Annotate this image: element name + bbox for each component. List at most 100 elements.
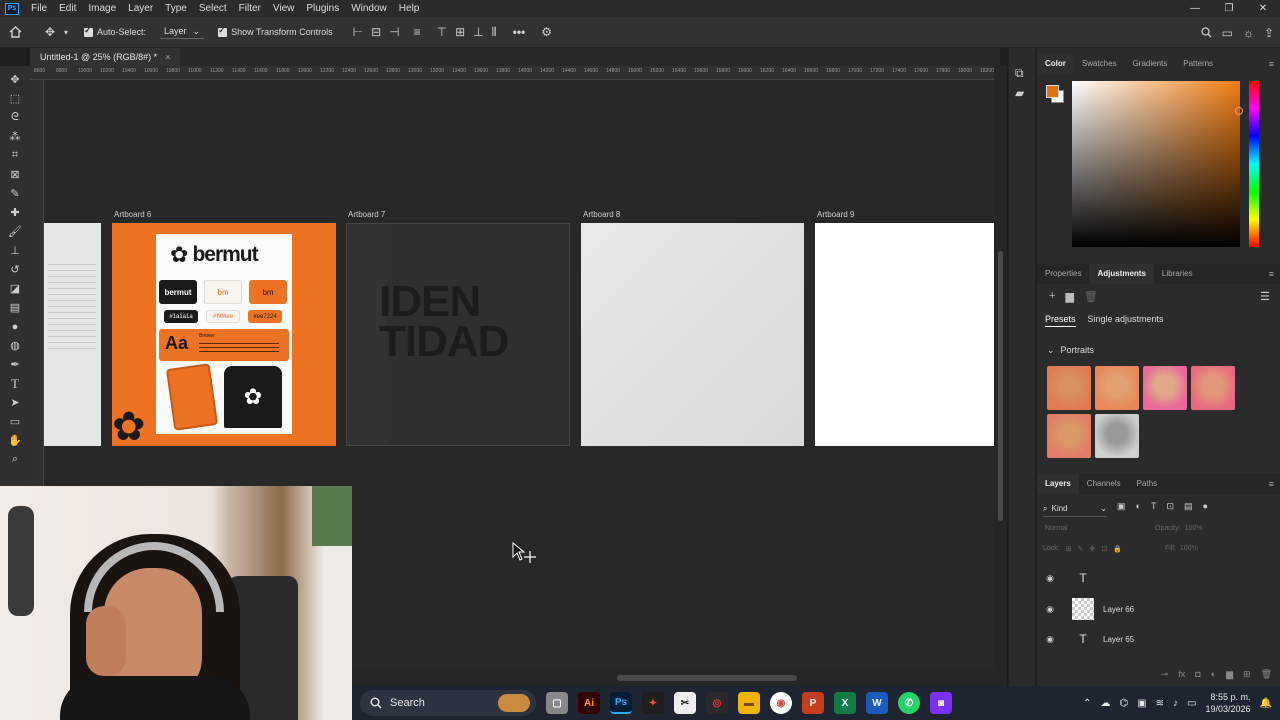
align-right-icon[interactable]: ⊣ [389, 25, 399, 40]
panel-menu-icon[interactable]: ≡ [1269, 479, 1274, 489]
folder-icon[interactable]: ▆ [1065, 290, 1073, 303]
frame-tool-icon[interactable]: ⊠ [5, 165, 25, 184]
illustrator-icon[interactable]: Ai [578, 692, 600, 714]
more-options-icon[interactable]: ••• [513, 25, 526, 39]
group-icon[interactable]: ▆ [1226, 669, 1233, 680]
align-center-icon[interactable]: ⊟ [371, 25, 381, 40]
menu-window[interactable]: Window [345, 3, 393, 14]
fx-icon[interactable]: fx [1178, 669, 1185, 679]
workspace-icon[interactable]: ▭ [1222, 26, 1233, 40]
photoshop-icon[interactable]: Ps [610, 692, 632, 714]
show-transform-checkbox[interactable]: Show Transform Controls [218, 25, 333, 37]
tab-adjustments[interactable]: Adjustments [1089, 264, 1154, 284]
align-middle-icon[interactable]: ⊞ [455, 25, 465, 40]
tab-properties[interactable]: Properties [1037, 264, 1089, 284]
subtab-single-adjustments[interactable]: Single adjustments [1088, 314, 1164, 327]
preset-thumbnail[interactable] [1095, 414, 1139, 458]
add-icon[interactable]: + [1049, 290, 1055, 303]
move-tool-icon[interactable]: ✥ [40, 25, 60, 39]
layer-row[interactable]: ◉ T Layer 65 [1037, 624, 1280, 654]
artboard-8-label[interactable]: Artboard 8 [583, 210, 620, 219]
blend-mode-dropdown[interactable]: Normal [1045, 525, 1068, 532]
image-filter-icon[interactable]: ▣ [1117, 501, 1126, 512]
excel-icon[interactable]: X [834, 692, 856, 714]
subtab-presets[interactable]: Presets [1045, 314, 1076, 327]
powerpoint-icon[interactable]: P [802, 692, 824, 714]
battery-icon[interactable]: ▭ [1187, 698, 1196, 709]
fill-control[interactable]: Fill: 100% [1165, 545, 1198, 552]
smart-object-filter-icon[interactable]: ▤ [1184, 501, 1193, 512]
menu-layer[interactable]: Layer [122, 3, 159, 14]
chevron-up-icon[interactable]: ⌃ [1083, 698, 1091, 709]
gradient-tool-icon[interactable]: ▤ [5, 298, 25, 317]
lasso-tool-icon[interactable]: ᘓ [5, 108, 25, 127]
network-icon[interactable]: ⌬ [1119, 698, 1128, 709]
menu-type[interactable]: Type [159, 3, 193, 14]
history-brush-icon[interactable]: ↺ [5, 260, 25, 279]
healing-brush-icon[interactable]: ✚ [5, 203, 25, 222]
distribute-vertical-icon[interactable]: ⫴ [492, 25, 497, 40]
home-icon[interactable] [0, 26, 30, 38]
screen-recorder-icon[interactable]: ◙ [930, 692, 952, 714]
menu-help[interactable]: Help [393, 3, 426, 14]
artboard-5-partial[interactable] [44, 223, 101, 446]
hand-tool-icon[interactable]: ✋ [5, 431, 25, 450]
comments-panel-icon[interactable]: ▰ [1015, 86, 1024, 100]
list-view-icon[interactable]: ☰ [1260, 290, 1270, 303]
opacity-control[interactable]: Opacity: 100% [1155, 525, 1203, 532]
layer-row[interactable]: ◉ Layer 66 [1037, 594, 1280, 624]
zoom-tool-icon[interactable]: ⌕ [5, 450, 25, 469]
menu-filter[interactable]: Filter [233, 3, 267, 14]
menu-image[interactable]: Image [82, 3, 122, 14]
blur-tool-icon[interactable]: ● [5, 317, 25, 336]
panel-menu-icon[interactable]: ≡ [1269, 269, 1274, 279]
panel-menu-icon[interactable]: ≡ [1269, 59, 1274, 69]
lock-position-icon[interactable]: ✥ [1089, 545, 1095, 553]
filter-toggle-icon[interactable]: ● [1203, 501, 1208, 512]
whatsapp-icon[interactable]: ✆ [898, 692, 920, 714]
portraits-group-header[interactable]: ⌄ Portraits [1047, 345, 1094, 356]
task-view-icon[interactable]: ▢ [546, 692, 568, 714]
menu-view[interactable]: View [267, 3, 301, 14]
artboard-9[interactable] [815, 223, 994, 446]
hue-slider[interactable] [1249, 81, 1259, 247]
opera-icon[interactable]: ◎ [706, 692, 728, 714]
volume-icon[interactable]: ♪ [1173, 698, 1178, 709]
chrome-icon[interactable]: ◉ [770, 692, 792, 714]
lock-artboard-icon[interactable]: ⊡ [1101, 545, 1107, 553]
tab-color[interactable]: Color [1037, 54, 1074, 74]
magic-wand-icon[interactable]: ⁂ [5, 127, 25, 146]
path-selection-icon[interactable]: ➤ [5, 393, 25, 412]
taskbar-search[interactable]: Search [360, 690, 536, 716]
tab-libraries[interactable]: Libraries [1154, 264, 1201, 284]
move-tool-icon[interactable]: ✥ [5, 70, 25, 89]
menu-select[interactable]: Select [193, 3, 233, 14]
share-icon[interactable]: ⇪ [1264, 26, 1274, 40]
notification-bell-icon[interactable]: 🔔 [1260, 698, 1272, 709]
chevron-down-icon[interactable]: ▾ [60, 28, 72, 37]
layer-filter-dropdown[interactable]: ⌕ Kind ⌄ [1043, 501, 1107, 517]
distribute-icon[interactable]: ≡ [414, 25, 421, 40]
adjustment-layer-icon[interactable]: ◐ [1211, 669, 1216, 679]
onedrive-icon[interactable]: ☁ [1100, 698, 1110, 709]
history-panel-icon[interactable]: ⧉ [1015, 66, 1024, 81]
tab-gradients[interactable]: Gradients [1125, 54, 1176, 74]
marquee-tool-icon[interactable]: ⬚ [5, 89, 25, 108]
artboard-8[interactable] [581, 223, 804, 446]
gear-icon[interactable]: ⚙ [541, 25, 552, 39]
artboard-7-label[interactable]: Artboard 7 [348, 210, 385, 219]
clone-stamp-icon[interactable]: ⊥ [5, 241, 25, 260]
tab-swatches[interactable]: Swatches [1074, 54, 1125, 74]
artboard-6[interactable]: ✿ bermut bermut bm bm #1a1a1a #f9f4ee #e… [112, 223, 336, 447]
folder-sync-icon[interactable]: ▣ [1137, 698, 1146, 709]
pen-tool-icon[interactable]: ✒ [5, 355, 25, 374]
maximize-icon[interactable]: ❐ [1212, 0, 1246, 17]
preset-thumbnail[interactable] [1191, 366, 1235, 410]
lock-pixels-icon[interactable]: ⊞ [1066, 545, 1072, 553]
file-explorer-icon[interactable]: ▬ [738, 692, 760, 714]
wifi-icon[interactable]: ≋ [1156, 698, 1164, 709]
link-layers-icon[interactable]: ⊸ [1161, 669, 1169, 680]
color-field[interactable] [1072, 81, 1243, 247]
preset-thumbnail[interactable] [1143, 366, 1187, 410]
visibility-eye-icon[interactable]: ◉ [1037, 634, 1063, 645]
